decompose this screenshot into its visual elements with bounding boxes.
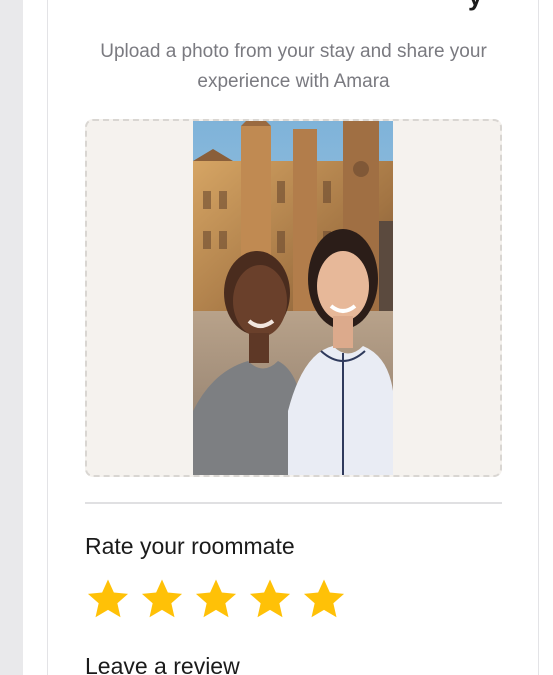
- star-icon-2[interactable]: [139, 576, 185, 622]
- star-icon-4[interactable]: [247, 576, 293, 622]
- form-title: y: [468, 0, 482, 12]
- form-subtitle: Upload a photo from your stay and share …: [100, 41, 487, 92]
- uploaded-photo: [193, 121, 393, 475]
- photo-upload-dropzone[interactable]: [85, 119, 502, 477]
- left-sidebar-edge: [0, 0, 23, 675]
- section-divider: [85, 502, 502, 504]
- star-icon-3[interactable]: [193, 576, 239, 622]
- star-icon-5[interactable]: [301, 576, 347, 622]
- star-rating[interactable]: [85, 576, 347, 622]
- page: y Upload a photo from your stay and shar…: [0, 0, 553, 675]
- photo-illustration: [193, 121, 393, 475]
- review-heading: Leave a review: [85, 653, 240, 675]
- rating-heading: Rate your roommate: [85, 533, 295, 559]
- star-icon-1[interactable]: [85, 576, 131, 622]
